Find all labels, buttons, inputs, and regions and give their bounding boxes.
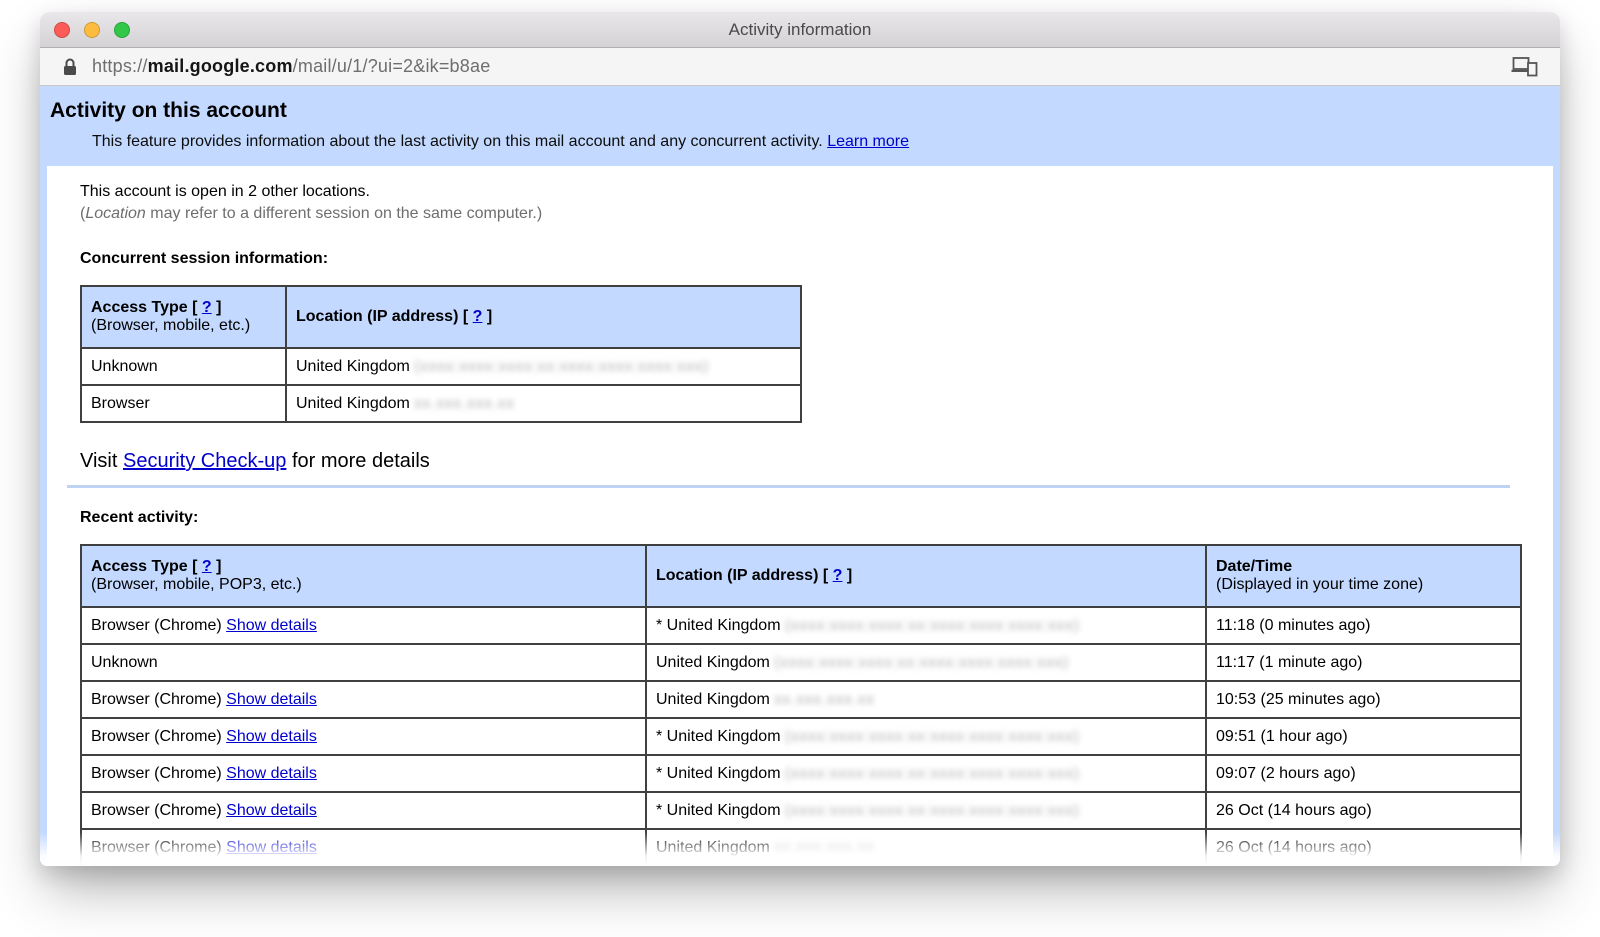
- concurrent-session-table: Access Type [ ? ] (Browser, mobile, etc.…: [80, 285, 802, 423]
- access-type-cell: Unknown: [81, 348, 286, 385]
- banner-description: This feature provides information about …: [92, 133, 1550, 151]
- redacted-ip: (xxxx:xxxx:xxxx:xx:xxxx:xxxx:xxxx:xxx): [774, 654, 1069, 671]
- access-type-cell: Browser (Chrome) Show details: [81, 792, 646, 829]
- location-cell: United Kingdom xx.xxx.xxx.xx: [286, 385, 801, 422]
- url-scheme: https://: [92, 56, 148, 76]
- concurrent-col-location: Location (IP address) [ ? ]: [286, 286, 801, 348]
- page-content: This account is open in 2 other location…: [47, 166, 1553, 866]
- location-cell: United Kingdom (xxxx:xxxx:xxxx:xx:xxxx:x…: [286, 348, 801, 385]
- location-cell: * United Kingdom (xxxx:xxxx:xxxx:xx:xxxx…: [646, 607, 1206, 644]
- recent-col-datetime: Date/Time (Displayed in your time zone): [1206, 545, 1521, 607]
- redacted-ip: xx.xxx.xxx.xx: [774, 839, 875, 856]
- recent-activity-table: Access Type [ ? ] (Browser, mobile, POP3…: [80, 544, 1522, 866]
- access-type-cell: Browser (Chrome) Show details: [81, 681, 646, 718]
- access-type-cell: Browser: [81, 385, 286, 422]
- url-domain: mail.google.com: [148, 56, 293, 76]
- table-row: Browser (Chrome) Show details* United Ki…: [81, 718, 1521, 755]
- url-text[interactable]: https://mail.google.com/mail/u/1/?ui=2&i…: [92, 56, 490, 77]
- concurrent-header-row: Access Type [ ? ] (Browser, mobile, etc.…: [81, 286, 801, 348]
- help-icon[interactable]: ?: [202, 558, 212, 575]
- redacted-ip: xx.xxx.xxx.xx: [414, 395, 515, 412]
- help-icon[interactable]: ?: [833, 567, 843, 584]
- table-row: Unknown United Kingdom (xxxx:xxxx:xxxx:x…: [81, 644, 1521, 681]
- redacted-ip: (xxxx:xxxx:xxxx:xx:xxxx:xxxx:xxxx:xxx): [785, 728, 1080, 745]
- datetime-cell: 09:51 (1 hour ago): [1206, 718, 1521, 755]
- help-icon[interactable]: ?: [473, 308, 483, 325]
- access-type-cell: Unknown: [81, 644, 646, 681]
- datetime-cell: 09:07 (2 hours ago): [1206, 755, 1521, 792]
- table-row: Browser (Chrome) Show details* United Ki…: [81, 755, 1521, 792]
- concurrent-col-access: Access Type [ ? ] (Browser, mobile, etc.…: [81, 286, 286, 348]
- open-locations-line: This account is open in 2 other location…: [80, 181, 1553, 203]
- help-icon[interactable]: ?: [202, 299, 212, 316]
- learn-more-link[interactable]: Learn more: [827, 133, 909, 150]
- window-titlebar: Activity information: [40, 12, 1560, 48]
- redacted-ip: (xxxx:xxxx:xxxx:xx:xxxx:xxxx:xxxx:xxx): [414, 358, 709, 375]
- table-row: Browser (Chrome) Show detailsUnited King…: [81, 829, 1521, 866]
- datetime-cell: 26 Oct (14 hours ago): [1206, 829, 1521, 866]
- table-row: Browser (Chrome) Show details* United Ki…: [81, 792, 1521, 829]
- table-row: BrowserUnited Kingdom xx.xxx.xxx.xx: [81, 385, 801, 422]
- browser-window: Activity information https://mail.google…: [40, 12, 1560, 866]
- location-cell: * United Kingdom (xxxx:xxxx:xxxx:xx:xxxx…: [646, 718, 1206, 755]
- location-note: (Location may refer to a different sessi…: [80, 203, 1553, 225]
- table-row: Browser (Chrome) Show details* United Ki…: [81, 607, 1521, 644]
- show-details-link[interactable]: Show details: [226, 728, 317, 745]
- url-path: /mail/u/1/?ui=2&ik=b8ae: [293, 56, 491, 76]
- datetime-cell: 26 Oct (14 hours ago): [1206, 792, 1521, 829]
- datetime-cell: 11:17 (1 minute ago): [1206, 644, 1521, 681]
- redacted-ip: xx.xxx.xxx.xx: [774, 691, 875, 708]
- location-cell: United Kingdom (xxxx:xxxx:xxxx:xx:xxxx:x…: [646, 644, 1206, 681]
- access-type-cell: Browser (Chrome) Show details: [81, 718, 646, 755]
- redacted-ip: (xxxx:xxxx:xxxx:xx:xxxx:xxxx:xxxx:xxx): [785, 617, 1080, 634]
- recent-heading: Recent activity:: [80, 509, 1553, 527]
- location-cell: United Kingdom xx.xxx.xxx.xx: [646, 681, 1206, 718]
- datetime-cell: 11:18 (0 minutes ago): [1206, 607, 1521, 644]
- window-title: Activity information: [40, 20, 1560, 40]
- recent-col-access: Access Type [ ? ] (Browser, mobile, POP3…: [81, 545, 646, 607]
- show-details-link[interactable]: Show details: [226, 839, 317, 856]
- access-type-cell: Browser (Chrome) Show details: [81, 755, 646, 792]
- redacted-ip: (xxxx:xxxx:xxxx:xx:xxxx:xxxx:xxxx:xxx): [785, 765, 1080, 782]
- location-cell: United Kingdom xx.xxx.xxx.xx: [646, 829, 1206, 866]
- devices-icon[interactable]: [1511, 56, 1538, 77]
- access-type-cell: Browser (Chrome) Show details: [81, 607, 646, 644]
- security-checkup-link[interactable]: Security Check-up: [123, 450, 286, 472]
- recent-header-row: Access Type [ ? ] (Browser, mobile, POP3…: [81, 545, 1521, 607]
- show-details-link[interactable]: Show details: [226, 691, 317, 708]
- table-row: Browser (Chrome) Show detailsUnited King…: [81, 681, 1521, 718]
- location-cell: * United Kingdom (xxxx:xxxx:xxxx:xx:xxxx…: [646, 792, 1206, 829]
- security-checkup-line: Visit Security Check-up for more details: [80, 450, 1553, 473]
- lock-icon: [62, 57, 78, 77]
- datetime-cell: 10:53 (25 minutes ago): [1206, 681, 1521, 718]
- section-divider: [67, 485, 1510, 488]
- show-details-link[interactable]: Show details: [226, 765, 317, 782]
- redacted-ip: (xxxx:xxxx:xxxx:xx:xxxx:xxxx:xxxx:xxx): [785, 802, 1080, 819]
- concurrent-heading: Concurrent session information:: [80, 250, 1553, 268]
- show-details-link[interactable]: Show details: [226, 617, 317, 634]
- recent-col-location: Location (IP address) [ ? ]: [646, 545, 1206, 607]
- activity-page: Activity on this account This feature pr…: [40, 86, 1560, 866]
- show-details-link[interactable]: Show details: [226, 802, 317, 819]
- page-title: Activity on this account: [50, 99, 1550, 123]
- access-type-cell: Browser (Chrome) Show details: [81, 829, 646, 866]
- location-cell: * United Kingdom (xxxx:xxxx:xxxx:xx:xxxx…: [646, 755, 1206, 792]
- url-bar[interactable]: https://mail.google.com/mail/u/1/?ui=2&i…: [40, 48, 1560, 86]
- table-row: UnknownUnited Kingdom (xxxx:xxxx:xxxx:xx…: [81, 348, 801, 385]
- page-banner: Activity on this account This feature pr…: [40, 86, 1560, 166]
